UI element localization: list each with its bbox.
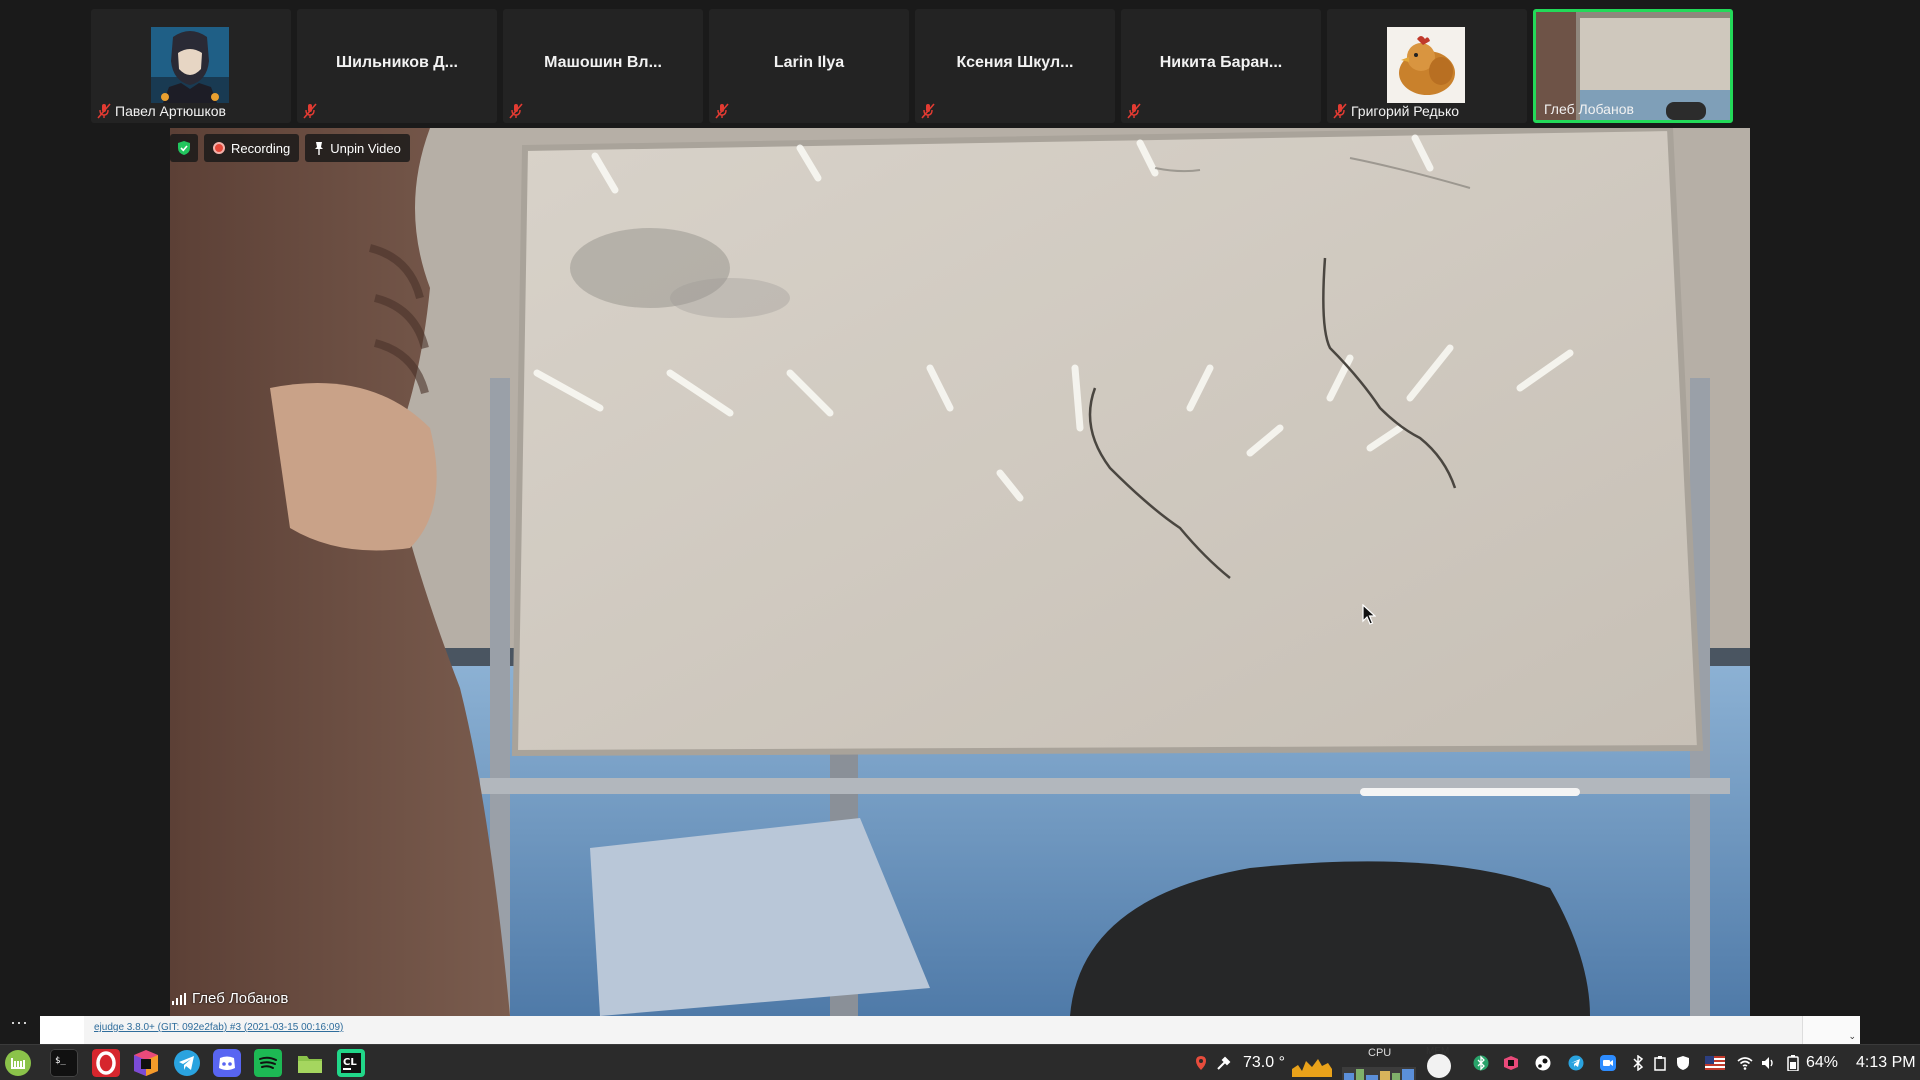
discord-icon[interactable] bbox=[213, 1049, 241, 1077]
participant-name: Машошин Вл... bbox=[544, 54, 662, 71]
zoom-tray-icon[interactable] bbox=[1600, 1055, 1616, 1071]
spotify-icon[interactable] bbox=[254, 1049, 282, 1077]
temperature-value: 73.0 ° bbox=[1243, 1054, 1285, 1071]
recording-indicator[interactable]: Recording bbox=[204, 134, 300, 162]
opera-icon[interactable] bbox=[92, 1049, 120, 1077]
participant-avatar bbox=[151, 27, 229, 103]
svg-text:$_: $_ bbox=[55, 1056, 66, 1066]
participant-tile[interactable]: Ксения Шкул... bbox=[915, 9, 1115, 123]
mic-muted-icon bbox=[1127, 103, 1141, 119]
participant-label bbox=[715, 103, 729, 119]
update-shield-icon[interactable] bbox=[1675, 1055, 1691, 1071]
bluetooth-icon[interactable] bbox=[1630, 1055, 1646, 1071]
telegram-tray-icon[interactable] bbox=[1568, 1055, 1584, 1071]
zoom-window: Павел Артюшков Шильников Д... Машошин Вл… bbox=[0, 0, 1920, 1080]
connection-signal-icon bbox=[172, 992, 186, 1005]
participant-label: Павел Артюшков bbox=[97, 103, 226, 119]
participant-tile[interactable]: Larin Ilya bbox=[709, 9, 909, 123]
jetbrains-toolbox-icon[interactable] bbox=[132, 1049, 160, 1077]
telegram-icon[interactable] bbox=[173, 1049, 201, 1077]
mic-muted-icon bbox=[1333, 103, 1347, 119]
location-pin-icon[interactable] bbox=[1193, 1055, 1209, 1071]
clock[interactable]: 4:13 PM bbox=[1856, 1045, 1916, 1080]
more-options-icon[interactable]: ⋯ bbox=[10, 1013, 29, 1034]
mem-label: MEM bbox=[1426, 1046, 1450, 1057]
mic-muted-icon bbox=[921, 103, 935, 119]
participant-tile-active[interactable]: Глеб Лобанов bbox=[1533, 9, 1733, 123]
battery-percentage[interactable]: 64% bbox=[1806, 1045, 1838, 1080]
volume-icon[interactable] bbox=[1760, 1055, 1776, 1071]
main-video[interactable] bbox=[170, 128, 1750, 1016]
participant-name: Ксения Шкул... bbox=[956, 54, 1074, 71]
cpu-label: CPU bbox=[1368, 1047, 1392, 1059]
bluetooth-status-icon[interactable] bbox=[1473, 1055, 1489, 1071]
participant-label bbox=[1127, 103, 1141, 119]
encryption-badge[interactable] bbox=[170, 134, 198, 162]
cpu-monitor[interactable]: CPU bbox=[1342, 1045, 1416, 1080]
participant-label bbox=[303, 103, 317, 119]
temperature-graph-icon bbox=[1292, 1059, 1332, 1077]
video-feed-whiteboard bbox=[170, 128, 1750, 1016]
speaker-name: Глеб Лобанов bbox=[192, 990, 289, 1007]
participant-tile[interactable]: Шильников Д... bbox=[297, 9, 497, 123]
clion-icon[interactable]: CL bbox=[337, 1049, 365, 1077]
mint-menu-icon[interactable] bbox=[4, 1049, 32, 1077]
participant-name: Никита Баран... bbox=[1159, 54, 1283, 71]
participant-tile[interactable]: Павел Артюшков bbox=[91, 9, 291, 123]
participant-name: Григорий Редько bbox=[1351, 103, 1460, 119]
temperature-indicator[interactable]: 73.0 ° bbox=[1243, 1045, 1285, 1080]
mic-muted-icon bbox=[303, 103, 317, 119]
participant-name: Шильников Д... bbox=[336, 54, 458, 71]
files-icon[interactable] bbox=[296, 1049, 324, 1077]
steam-icon[interactable] bbox=[1535, 1055, 1551, 1071]
participant-tile[interactable]: Григорий Редько bbox=[1327, 9, 1527, 123]
svg-text:CL: CL bbox=[343, 1057, 357, 1068]
participant-label bbox=[509, 103, 523, 119]
clipboard-icon[interactable] bbox=[1652, 1055, 1668, 1071]
unpin-video-button[interactable]: Unpin Video bbox=[305, 134, 410, 162]
recording-label: Recording bbox=[231, 140, 291, 156]
system-taskbar: $_ CL 73.0 ° CPU MEM 64% 4:13 PM bbox=[0, 1044, 1920, 1080]
recording-dot-icon bbox=[213, 142, 225, 154]
participant-avatar bbox=[1387, 27, 1465, 103]
participant-label: Григорий Редько bbox=[1333, 103, 1459, 119]
mic-muted-icon bbox=[509, 103, 523, 119]
shield-check-icon bbox=[178, 141, 190, 155]
wifi-icon[interactable] bbox=[1737, 1055, 1753, 1071]
participant-label: Глеб Лобанов bbox=[1544, 101, 1634, 117]
mouse-cursor-icon bbox=[1362, 604, 1376, 625]
pin-icon bbox=[315, 142, 324, 155]
eyedropper-icon[interactable] bbox=[1216, 1055, 1232, 1071]
participant-tile[interactable]: Никита Баран... bbox=[1121, 9, 1321, 123]
mic-muted-icon bbox=[97, 103, 111, 119]
battery-icon[interactable] bbox=[1787, 1055, 1799, 1071]
mic-muted-icon bbox=[715, 103, 729, 119]
chevron-down-icon: ⌄ bbox=[1848, 1031, 1856, 1041]
participant-name: Larin Ilya bbox=[773, 54, 845, 71]
participant-name: Глеб Лобанов bbox=[1544, 101, 1634, 117]
memory-monitor[interactable]: MEM bbox=[1424, 1045, 1454, 1080]
jetbrains-tray-icon[interactable] bbox=[1503, 1055, 1519, 1071]
meeting-overlay-bar: Recording Unpin Video bbox=[170, 134, 410, 162]
participant-strip: Павел Артюшков Шильников Д... Машошин Вл… bbox=[91, 9, 1733, 123]
participant-tile[interactable]: Машошин Вл... bbox=[503, 9, 703, 123]
unpin-video-label: Unpin Video bbox=[330, 140, 401, 156]
participant-label bbox=[921, 103, 935, 119]
ejudge-version-link[interactable]: ejudge 3.8.0+ (GIT: 092e2fab) #3 (2021-0… bbox=[94, 1022, 343, 1033]
terminal-icon[interactable]: $_ bbox=[50, 1049, 78, 1077]
scroll-down-button[interactable]: ⌄ bbox=[1802, 1016, 1860, 1044]
participant-name: Павел Артюшков bbox=[115, 103, 226, 119]
us-flag-icon[interactable] bbox=[1705, 1055, 1725, 1071]
browser-status-bar: ejudge 3.8.0+ (GIT: 092e2fab) #3 (2021-0… bbox=[40, 1016, 1860, 1044]
active-speaker-label: Глеб Лобанов bbox=[172, 990, 288, 1007]
